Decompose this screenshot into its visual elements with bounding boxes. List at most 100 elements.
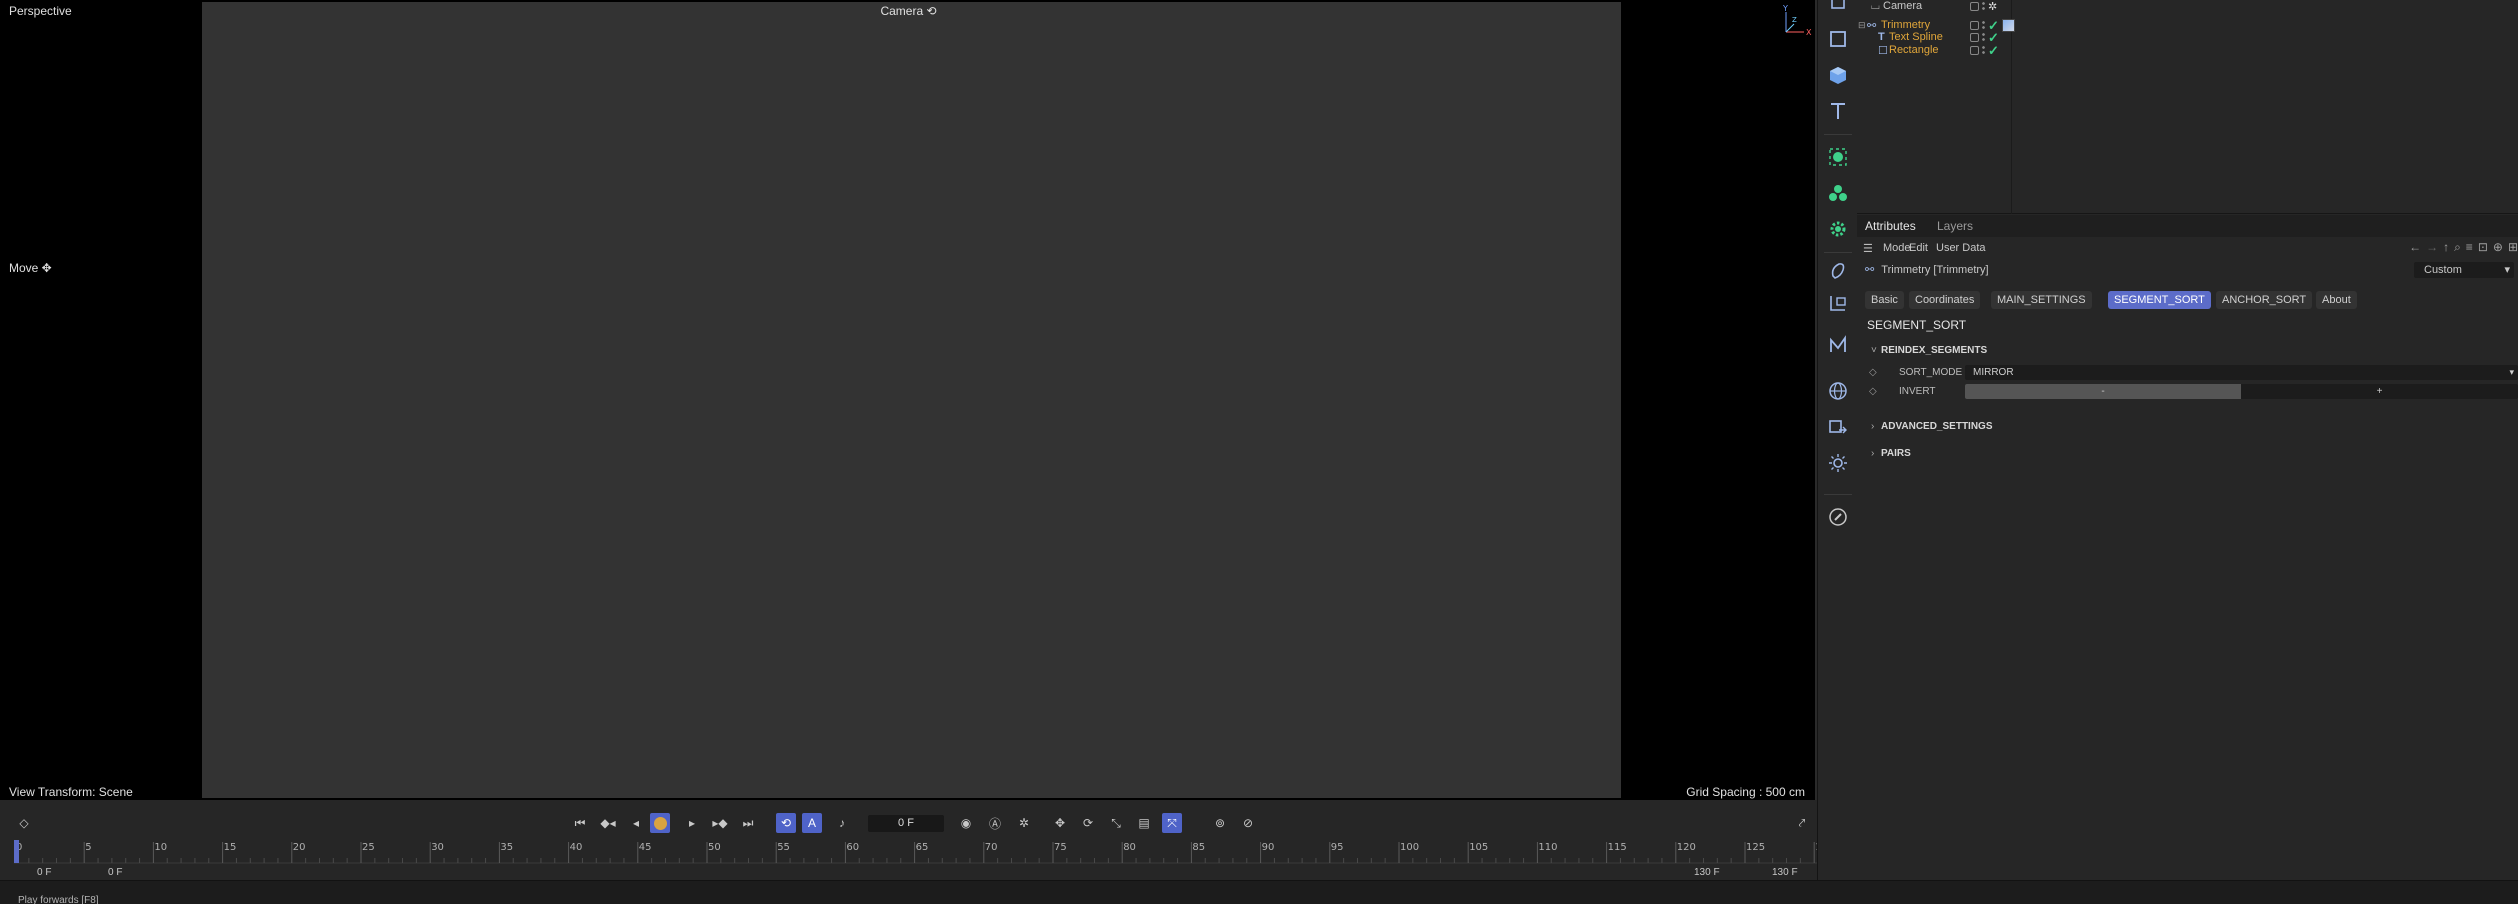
next-frame-icon[interactable]: ▸	[682, 813, 702, 833]
preview-start-label[interactable]: 0 F	[108, 867, 122, 878]
tick-label: 65	[916, 842, 929, 853]
axis-x-label: X	[1806, 28, 1812, 37]
playhead[interactable]	[14, 840, 19, 863]
pill-main-settings[interactable]: MAIN_SETTINGS	[1991, 291, 2092, 309]
square-icon[interactable]	[1825, 26, 1851, 52]
expand-panel-icon[interactable]: ⊞	[2508, 240, 2518, 255]
key-scale-icon[interactable]: ⤡	[1106, 813, 1126, 833]
generator-icon[interactable]	[1825, 144, 1851, 170]
range-start-field[interactable]: 0 F	[37, 867, 51, 878]
record-icon[interactable]: ◉	[956, 813, 976, 833]
viewport[interactable]: Perspective Camera ⟲ Move ✥ View Transfo…	[0, 0, 1817, 800]
menu-mode[interactable]: Mode	[1883, 242, 1911, 254]
fcurve-editor-icon[interactable]: ⤤	[1792, 813, 1812, 833]
group-reindex-segments[interactable]: ˅ REINDEX_SEGMENTS	[1871, 345, 1987, 356]
preset-value: Custom	[2424, 264, 2462, 276]
previous-frame-icon[interactable]: ◂	[626, 813, 646, 833]
tick-label: 75	[1054, 842, 1067, 853]
current-frame-field[interactable]: 0 F	[868, 815, 944, 832]
forward-arrow-icon[interactable]: →	[2426, 240, 2438, 255]
pill-anchor-sort[interactable]: ANCHOR_SORT	[2216, 291, 2313, 309]
key-parameter-icon[interactable]: ▤	[1134, 813, 1154, 833]
tick-label: 40	[570, 842, 583, 853]
keyframe-diamond-icon[interactable]: ◇	[1869, 367, 1877, 378]
previous-key-icon[interactable]: ◆◂	[598, 813, 618, 833]
axis-gizmo-icon: Y X Z	[1782, 4, 1812, 37]
menu-user-data[interactable]: User Data	[1936, 242, 1986, 254]
tab-layers[interactable]: Layers	[1937, 219, 1973, 233]
pill-segment-sort[interactable]: SEGMENT_SORT	[2108, 291, 2211, 309]
rectangle-icon: ☐	[1878, 44, 1888, 57]
go-to-end-icon[interactable]: ⏭	[738, 813, 758, 833]
up-arrow-icon[interactable]: ↑	[2443, 240, 2449, 255]
invert-plus-button[interactable]: +	[2241, 384, 2518, 399]
tick-label: 5	[85, 842, 91, 853]
search-icon[interactable]: ⌕	[2454, 240, 2461, 255]
viewport-camera-label[interactable]: Camera ⟲	[0, 4, 1817, 18]
tick-label: 45	[639, 842, 652, 853]
group-pairs[interactable]: › PAIRS	[1871, 448, 1911, 459]
text-icon[interactable]	[1825, 98, 1851, 124]
camera-tag-icon[interactable]: ✲	[1988, 0, 1997, 13]
chevron-down-icon: ▾	[2509, 367, 2514, 377]
key-position-icon[interactable]: ✥	[1050, 813, 1070, 833]
sound-icon[interactable]: ♪	[832, 813, 852, 833]
axis-y-label: Y	[1782, 4, 1788, 13]
menu-edit[interactable]: Edit	[1909, 242, 1928, 254]
camera-icon: ⌴	[1871, 0, 1880, 12]
object-row-rectangle[interactable]: ☐ Rectangle ✓	[1857, 41, 2518, 59]
back-arrow-icon[interactable]: ←	[2409, 240, 2421, 255]
filter-icon[interactable]: ≡	[2466, 240, 2473, 255]
preview-end-label[interactable]: 130 F	[1694, 867, 1720, 878]
pill-coordinates[interactable]: Coordinates	[1909, 291, 1981, 309]
deformer-icon[interactable]	[1825, 258, 1851, 284]
globe-icon[interactable]	[1825, 378, 1851, 404]
sort-mode-value: MIRROR	[1973, 367, 2014, 378]
enabled-check-icon[interactable]: ✓	[1988, 44, 1999, 57]
go-to-start-icon[interactable]: ⏮	[570, 813, 590, 833]
new-panel-icon[interactable]: ⊕	[2493, 240, 2503, 255]
cloner-icon[interactable]	[1825, 180, 1851, 206]
invert-minus-button[interactable]: -	[1965, 384, 2241, 399]
keyframe-diamond-icon[interactable]: ◇	[1869, 386, 1877, 397]
keyframe-diamond-icon[interactable]: ◇	[14, 813, 34, 833]
invert-switch[interactable]: - +	[1965, 384, 2518, 399]
cube-icon[interactable]	[1825, 0, 1851, 16]
pill-about[interactable]: About	[2316, 291, 2357, 309]
tab-attributes[interactable]: Attributes	[1865, 219, 1916, 233]
play-forwards-button[interactable]	[650, 813, 670, 833]
frame-range-bar[interactable]: 0 F 0 F 130 F 130 F	[0, 866, 1817, 880]
light-icon[interactable]	[1825, 450, 1851, 476]
preset-select[interactable]: Custom ▾	[2414, 262, 2514, 278]
viewport-canvas[interactable]	[202, 2, 1621, 798]
attribute-manager: Attributes Layers ☰ Mode Edit User Data …	[1857, 215, 2518, 880]
object-row-camera[interactable]: ⌴ Camera ✲	[1857, 0, 2518, 15]
object-name[interactable]: Rectangle	[1889, 44, 1939, 56]
pill-basic[interactable]: Basic	[1865, 291, 1904, 309]
cube-solid-icon[interactable]	[1825, 62, 1851, 88]
compass-icon[interactable]	[1825, 504, 1851, 530]
key-point-level-icon[interactable]: ⤧	[1162, 813, 1182, 833]
param-invert: ◇ INVERT - +	[1857, 384, 2518, 400]
tag-icon[interactable]	[1825, 332, 1851, 358]
timeline-ruler[interactable]: 0 5 10 15 20 25 30 35 40 45 50 55 60 65 70 75 80 85 90 95 10…	[14, 840, 1834, 864]
dope-sheet-icon[interactable]: ⊘	[1238, 813, 1258, 833]
group-label: ADVANCED_SETTINGS	[1881, 421, 1993, 432]
active-tool-label: Move ✥	[9, 261, 52, 275]
object-name[interactable]: Camera	[1883, 0, 1922, 12]
lock-icon[interactable]: ⊡	[2478, 240, 2488, 255]
autokey-icon[interactable]: Ⓐ	[985, 813, 1005, 833]
gear-icon[interactable]	[1825, 216, 1851, 242]
motion-system-icon[interactable]: ⊚	[1210, 813, 1230, 833]
auto-keying-mode-icon[interactable]: A	[802, 813, 822, 833]
hamburger-menu-icon[interactable]: ☰	[1863, 242, 1873, 255]
group-advanced-settings[interactable]: › ADVANCED_SETTINGS	[1871, 421, 1993, 432]
spline-transform-icon[interactable]	[1825, 290, 1851, 316]
key-rotation-icon[interactable]: ⟳	[1078, 813, 1098, 833]
scene-icon[interactable]	[1825, 414, 1851, 440]
next-key-icon[interactable]: ▸◆	[710, 813, 730, 833]
sort-mode-select[interactable]: MIRROR ▾	[1965, 365, 2518, 380]
range-end-field[interactable]: 130 F	[1772, 867, 1798, 878]
loop-icon[interactable]: ⟲	[776, 813, 796, 833]
keyframe-settings-icon[interactable]: ✲	[1014, 813, 1034, 833]
